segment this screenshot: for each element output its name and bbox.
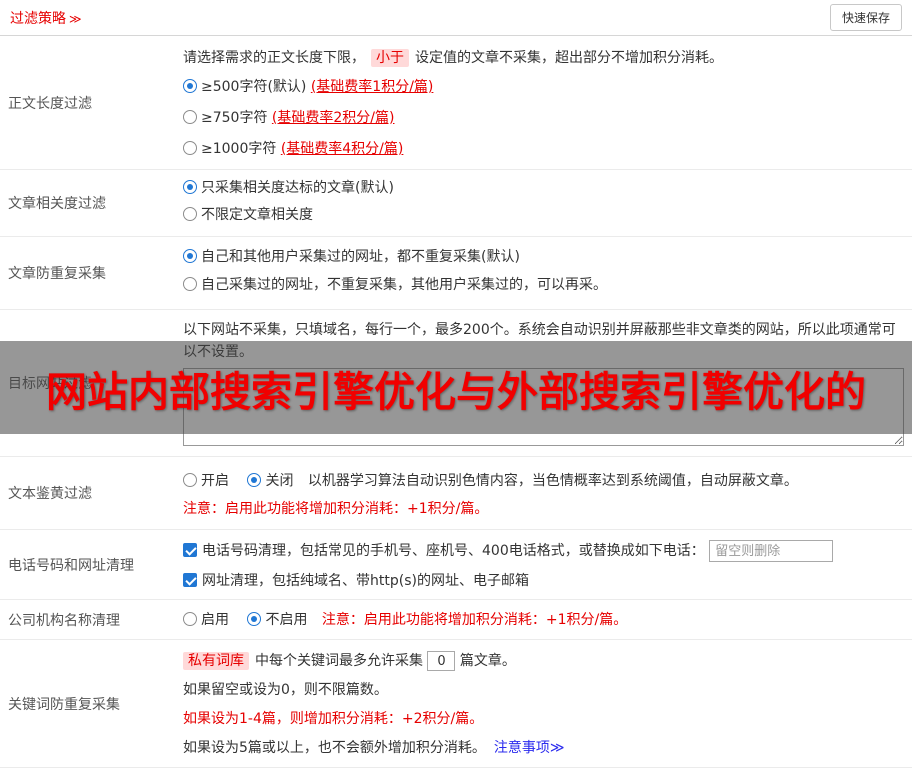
line1-suffix: 篇文章。 xyxy=(459,653,516,669)
company-clean-note: 注意：启用此功能将增加积分消耗：+1积分/篇。 xyxy=(321,612,628,628)
radio-750-chars[interactable] xyxy=(183,110,197,124)
radio-dedup-all-users[interactable] xyxy=(183,249,197,263)
checkbox-phone-clean[interactable] xyxy=(183,543,197,557)
option-text: 启用 xyxy=(201,612,229,628)
row-site-filter: 目标网站过滤 以下网站不采集，只填域名，每行一个，最多200个。系统会自动识别并… xyxy=(0,310,912,457)
option-text: 自己和其他用户采集过的网址，都不重复采集(默认) xyxy=(201,249,520,265)
radio-porn-on[interactable] xyxy=(183,473,197,487)
radio-relevance-any[interactable] xyxy=(183,207,197,221)
chevron-double-icon: ≫ xyxy=(69,11,82,26)
blocked-sites-textarea[interactable] xyxy=(183,368,904,446)
row-label-body-length: 正文长度过滤 xyxy=(8,95,92,112)
row-label-keyword-dedup: 关键词防重复采集 xyxy=(8,696,120,713)
option-text: 不限定文章相关度 xyxy=(201,207,313,223)
notes-link[interactable]: 注意事项≫ xyxy=(494,740,565,756)
porn-filter-options: 开启 关闭 以机器学习算法自动识别色情内容，当色情概率达到系统阈值，自动屏蔽文章… xyxy=(183,467,904,495)
url-clean-line: 网址清理，包括纯域名、带http(s)的网址、电子邮箱 xyxy=(183,566,904,596)
radio-option-750-chars[interactable]: ≥750字符 (基础费率2积分/篇) xyxy=(183,103,904,134)
radio-option-porn-off[interactable]: 关闭 xyxy=(247,473,297,489)
fee-note-3: (基础费率4积分/篇) xyxy=(280,141,404,157)
checkbox-option-phone-clean[interactable]: 电话号码清理，包括常见的手机号、座机号、400电话格式，或替换成如下电话： xyxy=(183,543,709,559)
keyword-dedup-line2: 如果留空或设为0，则不限篇数。 xyxy=(183,682,388,698)
radio-company-disable[interactable] xyxy=(247,612,262,626)
intro-suffix: 设定值的文章不采集，超出部分不增加积分消耗。 xyxy=(415,50,723,66)
radio-dedup-self-only[interactable] xyxy=(183,277,197,291)
row-keyword-dedup: 关键词防重复采集 私有词库中每个关键词最多允许采集 篇文章。 如果留空或设为0，… xyxy=(0,640,912,768)
row-label-site-filter: 目标网站过滤 xyxy=(8,376,92,392)
option-text: 不启用 xyxy=(265,612,308,628)
radio-option-company-disable[interactable]: 不启用 xyxy=(247,612,311,628)
checkbox-url-clean[interactable] xyxy=(183,573,197,587)
keyword-max-count-input[interactable] xyxy=(427,651,456,671)
row-relevance-filter: 文章相关度过滤 只采集相关度达标的文章(默认) 不限定文章相关度 xyxy=(0,170,912,237)
option-text: 关闭 xyxy=(265,473,294,489)
option-text: 电话号码清理，包括常见的手机号、座机号、400电话格式，或替换成如下电话： xyxy=(202,543,705,559)
quick-save-button[interactable]: 快速保存 xyxy=(829,4,902,31)
radio-option-dedup-all-users[interactable]: 自己和其他用户采集过的网址，都不重复采集(默认) xyxy=(183,243,904,271)
fee-note-1: (基础费率1积分/篇) xyxy=(310,79,434,95)
row-label-phone-url: 电话号码和网址清理 xyxy=(8,557,134,574)
highlight-less-than: 小于 xyxy=(371,49,409,67)
radio-option-500-chars[interactable]: ≥500字符(默认) (基础费率1积分/篇) xyxy=(183,72,904,103)
option-text: ≥750字符 xyxy=(201,110,272,126)
radio-1000-chars[interactable] xyxy=(183,141,197,155)
radio-company-enable[interactable] xyxy=(183,612,197,626)
row-porn-filter: 文本鉴黄过滤 开启 关闭 以机器学习算法自动识别色情内容，当色情概率达到系统阈值… xyxy=(0,457,912,530)
radio-option-company-enable[interactable]: 启用 xyxy=(183,612,233,628)
radio-option-porn-on[interactable]: 开启 xyxy=(183,473,233,489)
radio-option-1000-chars[interactable]: ≥1000字符 (基础费率4积分/篇) xyxy=(183,134,904,165)
row-label-dedup: 文章防重复采集 xyxy=(8,266,106,282)
option-text: 自己采集过的网址，不重复采集，其他用户采集过的，可以再采。 xyxy=(201,277,607,293)
company-clean-options: 启用 不启用 注意：启用此功能将增加积分消耗：+1积分/篇。 xyxy=(183,606,904,634)
intro-prefix: 请选择需求的正文长度下限， xyxy=(183,50,365,66)
body-length-intro: 请选择需求的正文长度下限， 小于 设定值的文章不采集，超出部分不增加积分消耗。 xyxy=(183,44,904,72)
row-label-company-clean: 公司机构名称清理 xyxy=(8,612,120,629)
porn-filter-description: 以机器学习算法自动识别色情内容，当色情概率达到系统阈值，自动屏蔽文章。 xyxy=(307,473,798,489)
option-text: ≥500字符(默认) xyxy=(201,79,311,95)
highlight-private-lexicon: 私有词库 xyxy=(183,652,249,670)
porn-filter-note: 注意：启用此功能将增加积分消耗：+1积分/篇。 xyxy=(183,501,489,517)
row-company-clean: 公司机构名称清理 启用 不启用 注意：启用此功能将增加积分消耗：+1积分/篇。 xyxy=(0,600,912,640)
page-title: 过滤策略 xyxy=(10,10,66,27)
keyword-dedup-line4: 如果设为5篇或以上，也不会额外增加积分消耗。 注意事项≫ xyxy=(183,734,904,763)
fee-note-2: (基础费率2积分/篇) xyxy=(271,110,395,126)
radio-porn-off[interactable] xyxy=(247,473,262,487)
radio-option-relevance-any[interactable]: 不限定文章相关度 xyxy=(183,202,904,229)
row-dedup-filter: 文章防重复采集 自己和其他用户采集过的网址，都不重复采集(默认) 自己采集过的网… xyxy=(0,237,912,310)
radio-relevance-only[interactable] xyxy=(183,180,197,194)
phone-clean-line: 电话号码清理，包括常见的手机号、座机号、400电话格式，或替换成如下电话： xyxy=(183,536,904,566)
line1-text: 中每个关键词最多允许采集 xyxy=(255,653,423,669)
section-title-filter-strategy[interactable]: 过滤策略 ≫ xyxy=(10,8,82,28)
option-text: 开启 xyxy=(201,473,229,489)
checkbox-option-url-clean[interactable]: 网址清理，包括纯域名、带http(s)的网址、电子邮箱 xyxy=(183,573,529,589)
radio-500-chars[interactable] xyxy=(183,79,197,93)
radio-option-dedup-self-only[interactable]: 自己采集过的网址，不重复采集，其他用户采集过的，可以再采。 xyxy=(183,271,904,299)
phone-replace-input[interactable] xyxy=(709,540,834,562)
row-label-relevance: 文章相关度过滤 xyxy=(8,196,106,212)
keyword-dedup-line3: 如果设为1-4篇，则增加积分消耗：+2积分/篇。 xyxy=(183,711,484,727)
site-filter-description: 以下网站不采集，只填域名，每行一个，最多200个。系统会自动识别并屏蔽那些非文章… xyxy=(183,322,896,360)
page-header: 过滤策略 ≫ 快速保存 xyxy=(0,0,912,36)
option-text: 只采集相关度达标的文章(默认) xyxy=(201,180,394,196)
row-phone-url-clean: 电话号码和网址清理 电话号码清理，包括常见的手机号、座机号、400电话格式，或替… xyxy=(0,530,912,600)
option-text: ≥1000字符 xyxy=(201,141,281,157)
row-label-porn-filter: 文本鉴黄过滤 xyxy=(8,486,92,502)
row-body-length-filter: 正文长度过滤 请选择需求的正文长度下限， 小于 设定值的文章不采集，超出部分不增加积… xyxy=(0,36,912,170)
keyword-dedup-line1: 私有词库中每个关键词最多允许采集 篇文章。 xyxy=(183,647,904,676)
option-text: 网址清理，包括纯域名、带http(s)的网址、电子邮箱 xyxy=(202,573,529,589)
line4-text: 如果设为5篇或以上，也不会额外增加积分消耗。 xyxy=(183,740,486,756)
radio-option-relevance-only[interactable]: 只采集相关度达标的文章(默认) xyxy=(183,175,904,202)
